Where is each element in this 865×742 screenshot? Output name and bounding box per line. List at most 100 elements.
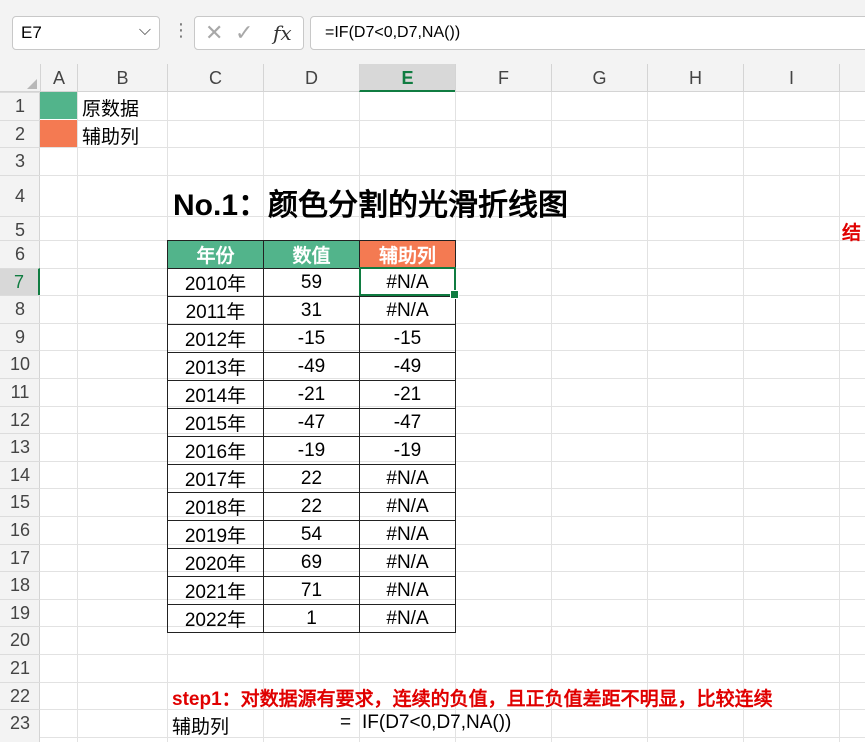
cell-year[interactable]: 2020年	[167, 548, 264, 577]
row-header[interactable]: 22	[0, 681, 40, 710]
cell-helper[interactable]: -15	[359, 324, 456, 353]
row-header[interactable]: 3	[0, 147, 40, 175]
cell-year[interactable]: 2010年	[167, 268, 264, 297]
cell-value[interactable]: 22	[263, 464, 360, 493]
cell-value[interactable]: 71	[263, 576, 360, 605]
cell-helper[interactable]: -19	[359, 436, 456, 465]
chevron-down-icon[interactable]: ⌵	[139, 22, 151, 40]
row-header[interactable]: 15	[0, 488, 40, 516]
column-header-d[interactable]: D	[263, 64, 359, 92]
row-header[interactable]: 2	[0, 119, 40, 148]
column-header-c[interactable]: C	[167, 64, 263, 92]
column-header-e[interactable]: E	[359, 64, 455, 92]
table-row: 2013年 -49 -49	[167, 352, 456, 381]
row-header[interactable]: 13	[0, 433, 40, 461]
cell-value[interactable]: -47	[263, 408, 360, 437]
cell-year[interactable]: 2018年	[167, 492, 264, 521]
row-header[interactable]: 17	[0, 543, 40, 572]
row-header[interactable]: 20	[0, 626, 40, 654]
legend-swatch-original	[40, 92, 77, 119]
insert-function-icon[interactable]: fx	[273, 21, 292, 45]
cell-helper[interactable]: #N/A	[359, 492, 456, 521]
step1-note: step1：对数据源有要求，连续的负值，且正负值差距不明显，比较连续	[172, 689, 773, 710]
column-headers: A B C D E F G H I	[0, 64, 865, 92]
cell-year[interactable]: 2015年	[167, 408, 264, 437]
column-header-a[interactable]: A	[40, 64, 77, 92]
row-header[interactable]: 10	[0, 350, 40, 378]
cutoff-text: 结	[842, 223, 862, 244]
cancel-icon[interactable]: ✕	[205, 20, 223, 46]
column-header-b[interactable]: B	[77, 64, 167, 92]
cell-helper[interactable]: #N/A	[359, 576, 456, 605]
formula-input[interactable]: =IF(D7<0,D7,NA())	[310, 16, 865, 50]
more-vertical-icon[interactable]: ⋮	[172, 20, 190, 41]
row-header[interactable]: 9	[0, 322, 40, 351]
fill-handle[interactable]	[450, 290, 459, 299]
row-header[interactable]: 6	[0, 240, 40, 268]
header-helper[interactable]: 辅助列	[359, 240, 456, 269]
table-row: 2019年 54 #N/A	[167, 520, 456, 549]
cell-helper[interactable]: #N/A	[359, 464, 456, 493]
cell-helper[interactable]: #N/A	[359, 520, 456, 549]
row-header[interactable]: 4	[0, 174, 40, 216]
cell-value[interactable]: -15	[263, 324, 360, 353]
cell-year[interactable]: 2022年	[167, 604, 264, 633]
cell-year[interactable]: 2014年	[167, 380, 264, 409]
column-header-f[interactable]: F	[455, 64, 551, 92]
table-row: 2014年 -21 -21	[167, 380, 456, 409]
header-value[interactable]: 数值	[263, 240, 360, 269]
cell-year[interactable]: 2012年	[167, 324, 264, 353]
row-header[interactable]: 11	[0, 378, 40, 406]
cell-value[interactable]: 31	[263, 296, 360, 325]
cell-value[interactable]: 69	[263, 548, 360, 577]
cell-helper[interactable]: #N/A	[359, 296, 456, 325]
column-header-g[interactable]: G	[551, 64, 647, 92]
cell-value[interactable]: 54	[263, 520, 360, 549]
cell-value[interactable]: -49	[263, 352, 360, 381]
table-row: 2012年 -15 -15	[167, 324, 456, 353]
cell-year[interactable]: 2017年	[167, 464, 264, 493]
row-header[interactable]: 14	[0, 460, 40, 489]
row-header[interactable]: 18	[0, 571, 40, 599]
active-cell-selection[interactable]	[359, 267, 459, 299]
table-row: 2021年 71 #N/A	[167, 576, 456, 605]
cell-year[interactable]: 2011年	[167, 296, 264, 325]
cell-year[interactable]: 2019年	[167, 520, 264, 549]
formula-buttons: ✕ ✓ fx	[194, 16, 304, 50]
cell-helper[interactable]: -49	[359, 352, 456, 381]
column-header-h[interactable]: H	[647, 64, 743, 92]
header-year[interactable]: 年份	[167, 240, 264, 269]
cell-helper[interactable]: #N/A	[359, 548, 456, 577]
cell-year[interactable]: 2013年	[167, 352, 264, 381]
cell-value[interactable]: -21	[263, 380, 360, 409]
name-box[interactable]: E7 ⌵	[12, 16, 160, 50]
legend-label-original: 原数据	[82, 99, 140, 120]
row-header[interactable]: 12	[0, 405, 40, 434]
check-icon[interactable]: ✓	[235, 20, 253, 46]
row-header[interactable]: 1	[0, 92, 40, 120]
select-all-corner[interactable]	[0, 64, 40, 92]
cell-value[interactable]: 1	[263, 604, 360, 633]
row-header[interactable]: 8	[0, 295, 40, 323]
cell-year[interactable]: 2016年	[167, 436, 264, 465]
column-header-j[interactable]	[839, 64, 865, 92]
cell-value[interactable]: 22	[263, 492, 360, 521]
table-row: 2022年 1 #N/A	[167, 604, 456, 633]
page-title: No.1：颜色分割的光滑折线图	[173, 189, 569, 222]
row-header[interactable]: 23	[0, 709, 40, 737]
cell-value[interactable]: 59	[263, 268, 360, 297]
cell-year[interactable]: 2021年	[167, 576, 264, 605]
row-header[interactable]: 16	[0, 516, 40, 544]
row-header[interactable]: 19	[0, 598, 40, 627]
cell-value[interactable]: -19	[263, 436, 360, 465]
helper-formula: IF(D7<0,D7,NA())	[362, 712, 512, 733]
table-row: 2020年 69 #N/A	[167, 548, 456, 577]
column-header-i[interactable]: I	[743, 64, 839, 92]
row-header-active[interactable]: 7	[0, 267, 40, 296]
legend-label-helper: 辅助列	[82, 127, 140, 148]
row-header[interactable]: 21	[0, 654, 40, 682]
cell-helper[interactable]: #N/A	[359, 604, 456, 633]
name-box-value: E7	[21, 23, 42, 42]
cell-helper[interactable]: -21	[359, 380, 456, 409]
cell-helper[interactable]: -47	[359, 408, 456, 437]
